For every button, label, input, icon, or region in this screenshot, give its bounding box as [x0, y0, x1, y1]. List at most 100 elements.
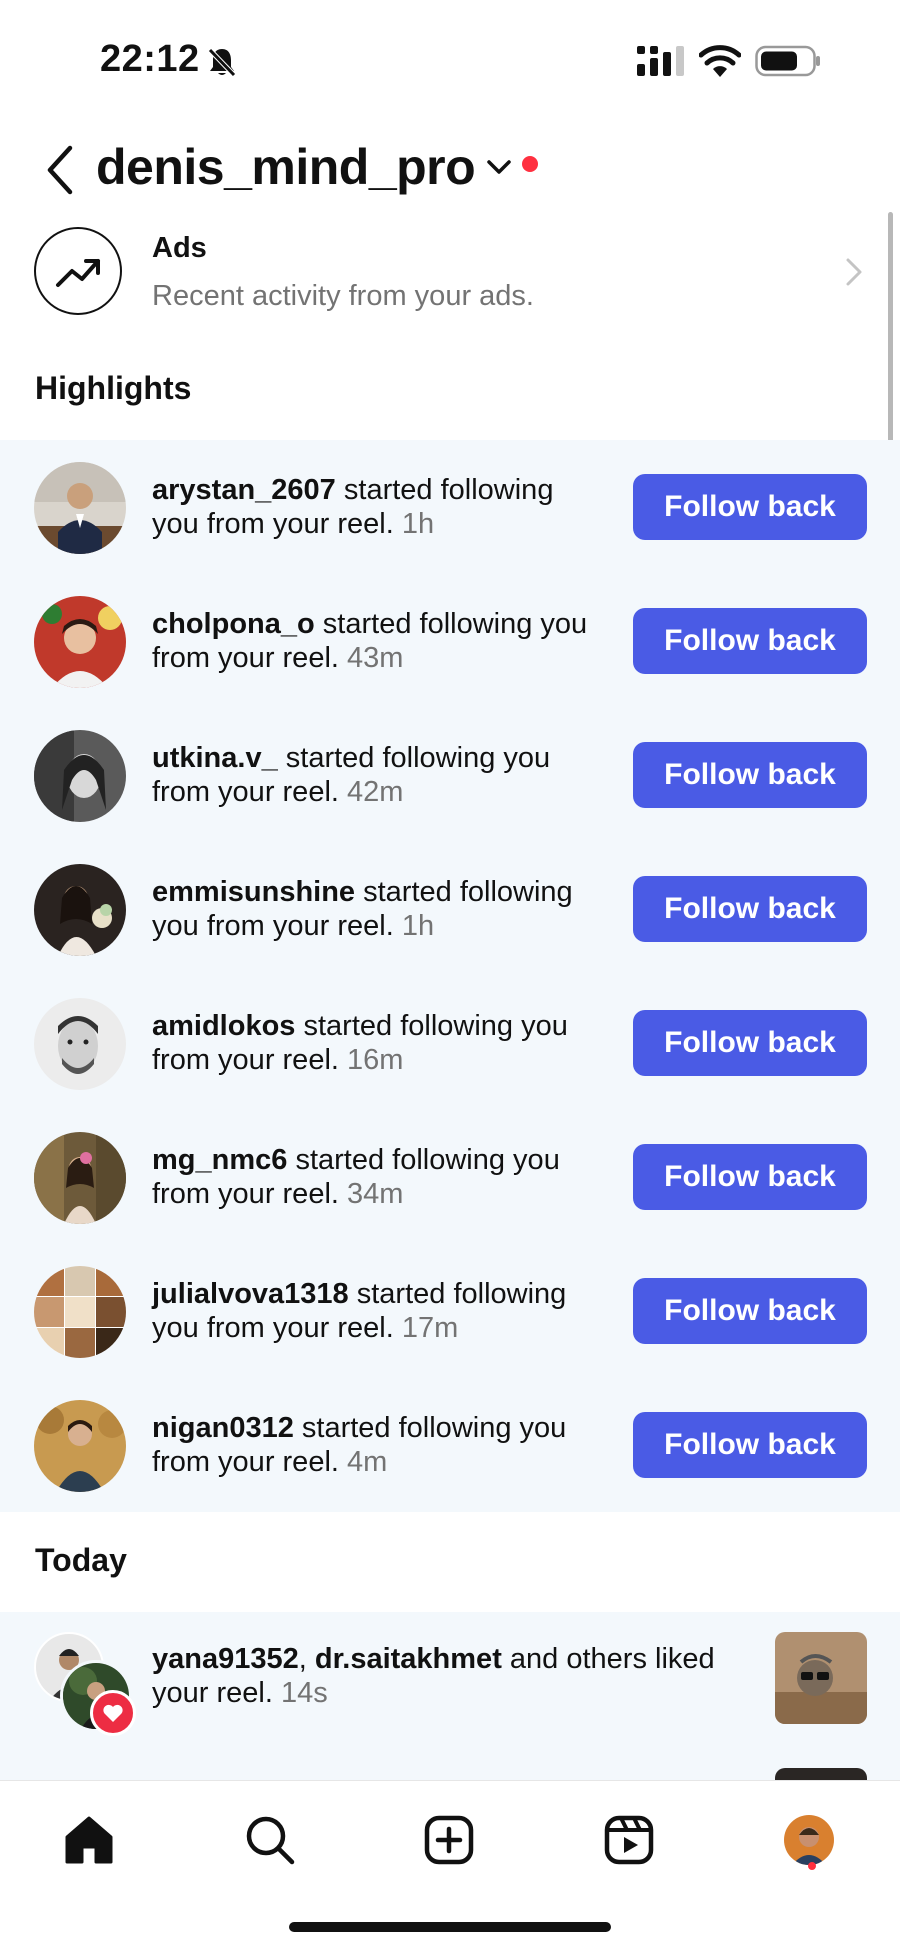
ads-row[interactable]: Ads Recent activity from your ads. — [0, 222, 900, 322]
username[interactable]: utkina.v_ — [152, 742, 278, 774]
chevron-right-icon — [846, 258, 862, 286]
username[interactable]: cholpona_o — [152, 608, 315, 640]
highlights-heading: Highlights — [35, 370, 192, 406]
notification-message-line2: from your reel. — [152, 776, 347, 808]
timestamp: 17m — [401, 1312, 459, 1344]
notification-row[interactable]: amidlokos started following you from your… — [0, 976, 900, 1110]
bell-muted-icon — [208, 48, 236, 77]
username[interactable]: mg_nmc6 — [152, 1144, 287, 1176]
notification-message-line2: from your reel. — [152, 1446, 347, 1478]
tab-search[interactable] — [235, 1805, 305, 1875]
notification-row[interactable]: utkina.v_ started following you from your… — [0, 708, 900, 842]
home-icon — [65, 1816, 113, 1864]
avatar[interactable] — [34, 596, 126, 688]
reel-thumbnail[interactable] — [775, 1632, 867, 1724]
trending-up-icon — [56, 259, 100, 287]
notification-message: started following you — [287, 1144, 560, 1176]
notification-message-line2: from your reel. — [152, 1044, 347, 1076]
follow-back-button[interactable]: Follow back — [633, 1412, 867, 1478]
notification-text: arystan_2607 started following you from y… — [152, 473, 612, 541]
timestamp: 1h — [401, 508, 435, 540]
notification-message-line2: you from your reel. — [152, 910, 402, 942]
profile-notification-dot — [808, 1862, 816, 1870]
status-time: 22:12 — [100, 38, 200, 80]
search-icon — [246, 1816, 295, 1865]
notification-message-line2: your reel. — [152, 1677, 281, 1709]
avatar[interactable] — [34, 998, 126, 1090]
tab-home[interactable] — [54, 1805, 124, 1875]
username[interactable]: dr.saitakhmet — [315, 1643, 502, 1675]
tab-reels[interactable] — [594, 1805, 664, 1875]
follow-back-button[interactable]: Follow back — [633, 742, 867, 808]
username[interactable]: amidlokos — [152, 1010, 295, 1042]
tab-create[interactable] — [414, 1805, 484, 1875]
timestamp: 14s — [280, 1677, 328, 1709]
notification-message-line2: you from your reel. — [152, 1312, 402, 1344]
notification-text: amidlokos started following you from your… — [152, 1009, 612, 1077]
avatar[interactable] — [34, 1400, 126, 1492]
notification-row[interactable]: arystan_2607 started following you from y… — [0, 440, 900, 574]
notification-message: started following — [335, 474, 554, 506]
notification-message: started following you — [295, 1010, 568, 1042]
separator: , — [298, 1643, 315, 1675]
follow-back-button[interactable]: Follow back — [633, 474, 867, 540]
timestamp: 43m — [347, 642, 404, 674]
username[interactable]: yana91352 — [152, 1643, 299, 1675]
notification-row[interactable]: emmisunshine started following you from y… — [0, 842, 900, 976]
notification-message: and others liked — [501, 1643, 715, 1675]
avatar[interactable] — [34, 1132, 126, 1224]
notification-message: started following you — [277, 742, 551, 774]
avatar[interactable] — [34, 864, 126, 956]
wifi-icon — [699, 45, 741, 77]
notification-row[interactable]: nigan0312 started following you from your… — [0, 1378, 900, 1512]
account-name[interactable]: denis_mind_pro — [96, 138, 476, 196]
username[interactable]: julialvova1318 — [152, 1278, 349, 1310]
today-heading: Today — [35, 1542, 127, 1578]
notification-text: julialvova1318 started following you from… — [152, 1277, 612, 1345]
timestamp: 1h — [401, 910, 435, 942]
create-icon — [424, 1815, 474, 1865]
timestamp: 34m — [347, 1178, 404, 1210]
notification-text: mg_nmc6 started following you from your r… — [152, 1143, 612, 1211]
username[interactable]: emmisunshine — [152, 876, 355, 908]
profile-avatar — [784, 1815, 834, 1865]
notification-message-line2: from your reel. — [152, 1178, 347, 1210]
username[interactable]: nigan0312 — [152, 1412, 294, 1444]
username[interactable]: arystan_2607 — [152, 474, 336, 506]
timestamp: 4m — [347, 1446, 388, 1478]
notification-text: yana91352, dr.saitakhmet and others like… — [152, 1642, 752, 1710]
back-arrow-icon[interactable] — [40, 142, 80, 198]
notification-message: started following you — [314, 608, 588, 640]
home-indicator — [289, 1922, 611, 1932]
follow-back-button[interactable]: Follow back — [633, 1278, 867, 1344]
notification-dot — [522, 156, 538, 172]
avatar[interactable] — [34, 730, 126, 822]
timestamp: 42m — [347, 776, 404, 808]
notification-row[interactable]: cholpona_o started following you from you… — [0, 574, 900, 708]
notification-text: nigan0312 started following you from your… — [152, 1411, 612, 1479]
notification-row[interactable]: julialvova1318 started following you from… — [0, 1244, 900, 1378]
avatar[interactable] — [34, 1266, 126, 1358]
notification-message-line2: you from your reel. — [152, 508, 402, 540]
signal-icon — [637, 46, 684, 76]
notification-row[interactable]: mg_nmc6 started following you from your r… — [0, 1110, 900, 1244]
reels-icon — [604, 1815, 654, 1865]
follow-back-button[interactable]: Follow back — [633, 876, 867, 942]
avatar[interactable] — [34, 462, 126, 554]
heart-badge-icon — [90, 1690, 136, 1736]
notification-message: started following you — [293, 1412, 567, 1444]
ads-icon-circle — [34, 227, 122, 315]
ads-title: Ads — [152, 232, 207, 264]
status-bar: 22:12 — [0, 0, 900, 120]
notification-message: started following — [355, 876, 573, 908]
follow-back-button[interactable]: Follow back — [633, 608, 867, 674]
chevron-down-icon[interactable] — [484, 152, 514, 182]
follow-back-button[interactable]: Follow back — [633, 1144, 867, 1210]
follow-back-button[interactable]: Follow back — [633, 1010, 867, 1076]
notification-text: utkina.v_ started following you from your… — [152, 741, 612, 809]
header: denis_mind_pro — [0, 130, 900, 210]
notification-text: cholpona_o started following you from you… — [152, 607, 612, 675]
ads-subtitle: Recent activity from your ads. — [152, 280, 534, 312]
timestamp: 16m — [347, 1044, 404, 1076]
notification-text: emmisunshine started following you from y… — [152, 875, 612, 943]
